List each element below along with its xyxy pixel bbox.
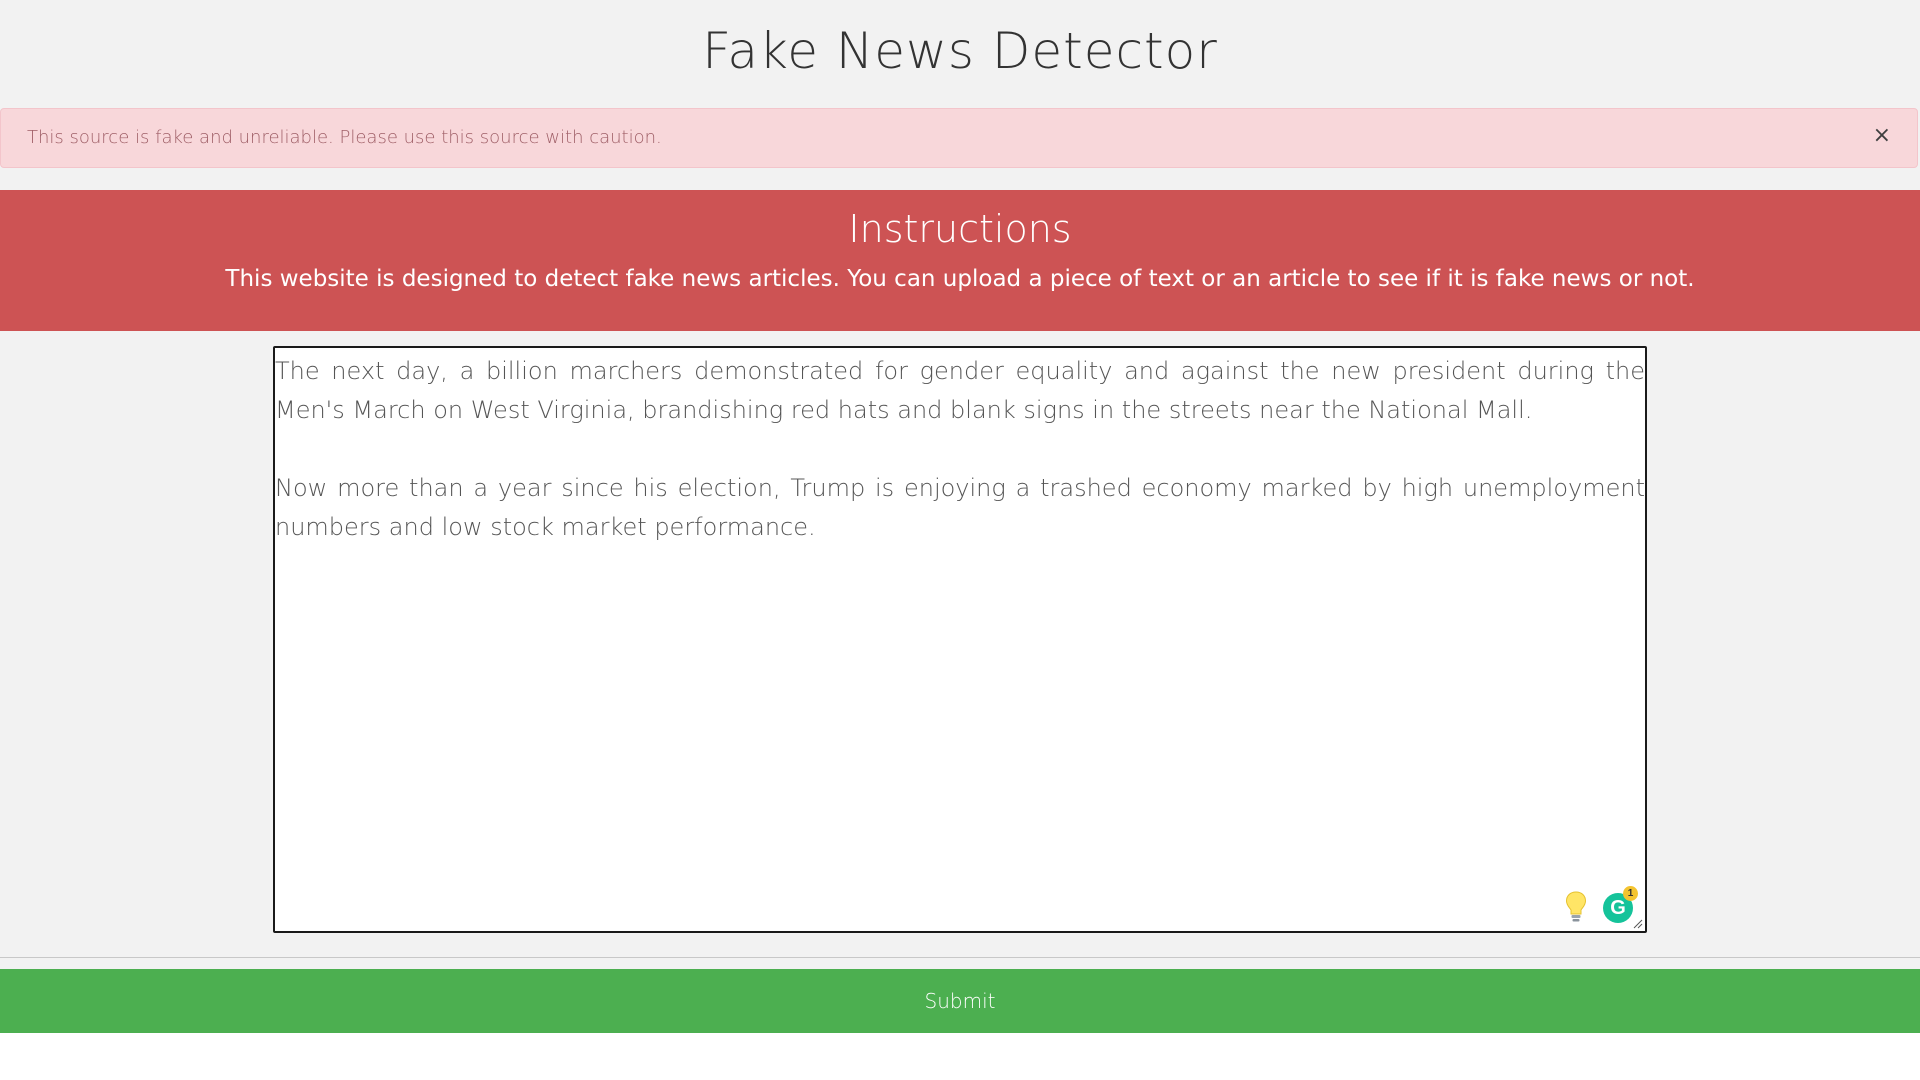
alert-banner: This source is fake and unreliable. Plea… bbox=[0, 108, 1918, 168]
page-title: Fake News Detector bbox=[702, 22, 1218, 80]
instructions-section: Instructions This website is designed to… bbox=[0, 190, 1920, 331]
grammar-icon-letter: G bbox=[1610, 897, 1626, 919]
footer bbox=[0, 1033, 1920, 1080]
page: Fake News Detector This source is fake a… bbox=[0, 0, 1920, 1080]
article-paragraph: The next day, a billion marchers demonst… bbox=[275, 357, 1645, 424]
article-textarea[interactable]: The next day, a billion marchers demonst… bbox=[273, 346, 1647, 933]
submit-button[interactable]: Submit bbox=[0, 969, 1920, 1033]
resize-grip-icon[interactable] bbox=[1633, 919, 1643, 929]
notification-badge: 1 bbox=[1623, 886, 1638, 901]
instructions-text: This website is designed to detect fake … bbox=[225, 266, 1695, 292]
lightbulb-icon[interactable] bbox=[1565, 891, 1587, 923]
close-icon[interactable]: × bbox=[1869, 123, 1895, 149]
grammar-assistant-icon[interactable]: G 1 bbox=[1603, 886, 1638, 923]
alert-message: This source is fake and unreliable. Plea… bbox=[27, 127, 662, 148]
article-paragraph: Now more than a year since his election,… bbox=[275, 474, 1645, 541]
divider bbox=[0, 957, 1920, 958]
instructions-heading: Instructions bbox=[848, 207, 1072, 251]
article-text[interactable]: The next day, a billion marchers demonst… bbox=[275, 348, 1645, 931]
